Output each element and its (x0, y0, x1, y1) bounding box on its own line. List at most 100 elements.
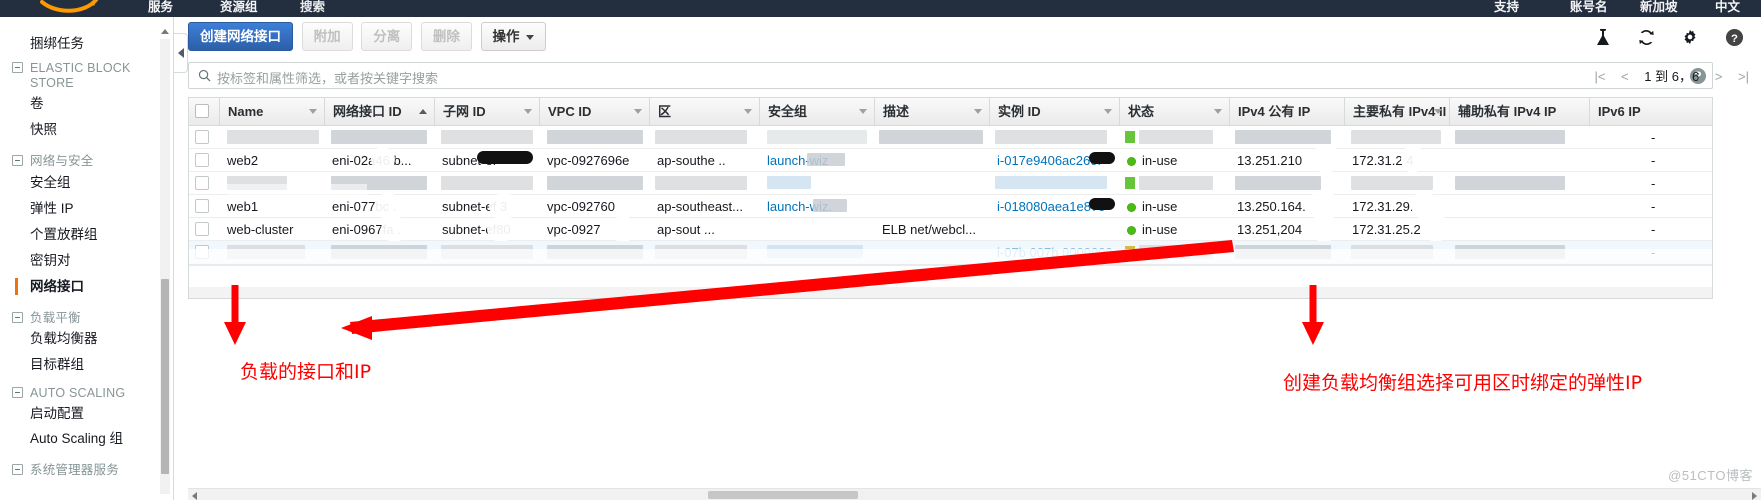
topnav-item-1[interactable]: 资源组 (220, 0, 258, 15)
table-horizontal-scrollbar[interactable] (188, 287, 1713, 299)
sort-desc-icon[interactable] (974, 109, 982, 114)
status-dot-icon (1127, 226, 1136, 236)
pagination-last-button[interactable]: >| (1738, 69, 1749, 84)
cell-primary-private-ipv4: 172.31.2 4 (1352, 153, 1414, 168)
th-security-group[interactable]: 安全组 (759, 98, 874, 125)
scroll-left-arrow-icon[interactable] (192, 492, 197, 500)
pagination-prev-button[interactable]: < (1621, 69, 1629, 84)
th-status[interactable]: 状态 (1119, 98, 1229, 125)
sidebar-group-load-balancing[interactable]: 负载平衡 (0, 311, 173, 325)
table-row[interactable]: web1 eni-077bc . subnet-ef 3 vpc-092760 … (189, 191, 1712, 219)
pagination-next-button[interactable]: > (1715, 69, 1723, 84)
sidebar-item-security-groups[interactable]: 安全组 (0, 174, 173, 191)
scroll-up-arrow-icon[interactable] (161, 29, 169, 34)
top-navigation-bar: 服务 资源组 搜索 支持 账号名 新加坡 中文 (0, 0, 1761, 17)
cell-az: ap-sout ... (657, 222, 715, 237)
th-select-all[interactable] (189, 98, 219, 125)
sidebar-item-snapshots[interactable]: 快照 (0, 121, 173, 138)
page-scrollbar-thumb[interactable] (708, 491, 858, 499)
row-checkbox[interactable] (195, 130, 209, 144)
actions-dropdown-button[interactable]: 操作 (480, 22, 546, 51)
th-public-ipv4[interactable]: IPv4 公有 IP (1229, 98, 1344, 125)
collapse-icon[interactable] (12, 155, 23, 166)
table-row[interactable]: i-07b 007b 0000000 d05 - (189, 241, 1712, 265)
sort-desc-icon[interactable] (859, 109, 867, 114)
row-checkbox-cell[interactable] (189, 218, 219, 241)
table-row[interactable]: - (189, 172, 1712, 196)
row-checkbox-cell[interactable] (189, 126, 219, 149)
row-checkbox-cell[interactable] (189, 195, 219, 218)
row-checkbox[interactable] (195, 222, 209, 236)
sidebar-item-load-balancers[interactable]: 负载均衡器 (0, 330, 173, 347)
row-checkbox[interactable] (195, 199, 209, 213)
sidebar-item-placement-groups[interactable]: 个置放群组 (0, 226, 173, 243)
sidebar-group-systems-manager[interactable]: 系统管理器服务 (0, 463, 173, 477)
th-ipv6-ip[interactable]: IPv6 IP (1589, 98, 1712, 125)
th-primary-private-ipv4[interactable]: 主要私有 IPv4 II (1344, 98, 1449, 125)
th-secondary-private-ipv4[interactable]: 辅助私有 IPv4 IP (1449, 98, 1589, 125)
sort-desc-icon[interactable] (1104, 109, 1112, 114)
sort-desc-icon[interactable] (1214, 109, 1222, 114)
sidebar-group-elastic-block-store[interactable]: ELASTIC BLOCK STORE (0, 61, 150, 91)
cell-instance-id[interactable] (989, 218, 1119, 241)
scroll-right-arrow-icon[interactable] (1752, 492, 1757, 500)
refresh-icon[interactable] (1634, 28, 1660, 54)
th-description[interactable]: 描述 (874, 98, 989, 125)
row-checkbox[interactable] (195, 176, 209, 190)
sort-desc-icon[interactable] (309, 109, 317, 114)
sidebar-item-key-pairs[interactable]: 密钥对 (0, 252, 173, 269)
sidebar-item-launch-configurations[interactable]: 启动配置 (0, 405, 173, 422)
sidebar-group-auto-scaling[interactable]: AUTO SCALING (0, 386, 173, 400)
collapse-icon[interactable] (12, 62, 23, 73)
help-icon[interactable]: ? (1721, 28, 1747, 54)
page-horizontal-scrollbar[interactable] (188, 488, 1761, 500)
th-eni-id[interactable]: 网络接口 ID (324, 98, 434, 125)
th-vpc-id[interactable]: VPC ID (539, 98, 649, 125)
sort-asc-icon[interactable] (419, 109, 427, 114)
topnav-item-3[interactable]: 支持 (1494, 0, 1519, 15)
cell-security-group[interactable] (759, 218, 874, 241)
row-checkbox-cell[interactable] (189, 149, 219, 172)
table-row[interactable]: - (189, 126, 1712, 149)
pagination-first-button[interactable]: |< (1594, 69, 1605, 84)
sort-desc-icon[interactable] (1434, 109, 1442, 114)
sidebar-item-auto-scaling-groups[interactable]: Auto Scaling 组 (0, 430, 173, 447)
table-row[interactable]: web-cluster eni-0967fa . subnet-ef80 vpc… (189, 214, 1712, 242)
row-checkbox-cell[interactable] (189, 172, 219, 195)
sidebar-item-target-groups[interactable]: 目标群组 (0, 356, 173, 373)
collapse-icon[interactable] (12, 464, 23, 475)
sidebar-item-label: 捆绑任务 (30, 36, 84, 51)
sidebar-item-bundle-tasks[interactable]: 捆绑任务 (0, 35, 173, 52)
topnav-item-2[interactable]: 搜索 (300, 0, 325, 15)
topnav-item-0[interactable]: 服务 (148, 0, 173, 15)
sidebar-scrollbar-thumb[interactable] (161, 279, 169, 474)
th-name[interactable]: Name (219, 98, 324, 125)
gear-icon[interactable] (1677, 28, 1703, 54)
sidebar-item-volumes[interactable]: 卷 (0, 95, 173, 112)
create-network-interface-button[interactable]: 创建网络接口 (188, 22, 293, 51)
collapse-icon[interactable] (12, 312, 23, 323)
sidebar-item-label: 目标群组 (30, 357, 84, 372)
th-subnet-id[interactable]: 子网 ID (434, 98, 539, 125)
topnav-item-6[interactable]: 中文 (1715, 0, 1740, 15)
select-all-checkbox[interactable] (195, 104, 209, 118)
topnav-item-5[interactable]: 新加坡 (1640, 0, 1678, 15)
row-checkbox[interactable] (195, 153, 209, 167)
th-availability-zone[interactable]: 区 (649, 98, 759, 125)
topnav-item-4[interactable]: 账号名 (1570, 0, 1608, 15)
sidebar-item-elastic-ip[interactable]: 弹性 IP (0, 200, 173, 217)
search-filter-bar[interactable]: 按标签和属性筛选，或者按关键字搜索 ? (188, 62, 1713, 89)
sidebar-item-network-interfaces[interactable]: 网络接口 (0, 278, 173, 295)
search-input[interactable]: 按标签和属性筛选，或者按关键字搜索 (217, 68, 438, 87)
table-row[interactable]: web2 eni-02a46 b... subnet-ef vpc-092769… (189, 145, 1712, 173)
collapse-icon[interactable] (12, 387, 23, 398)
sort-desc-icon[interactable] (634, 109, 642, 114)
sort-desc-icon[interactable] (524, 109, 532, 114)
collapse-pane-button[interactable] (174, 33, 188, 73)
flask-icon[interactable] (1590, 28, 1616, 54)
th-instance-id[interactable]: 实例 ID (989, 98, 1119, 125)
aws-logo[interactable] (38, 0, 100, 16)
sort-desc-icon[interactable] (744, 109, 752, 114)
sidebar-scrollbar[interactable] (160, 29, 170, 494)
sidebar-group-network-security[interactable]: 网络与安全 (0, 154, 173, 168)
